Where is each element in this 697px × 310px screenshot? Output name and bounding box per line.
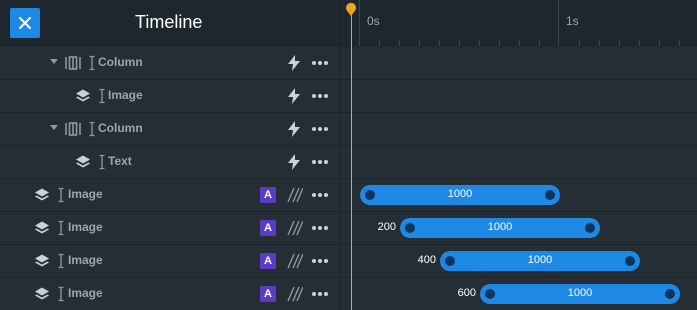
bar-end-handle[interactable] (545, 190, 555, 200)
animation-badge[interactable]: A (260, 220, 276, 236)
lightning-off-icon[interactable] (287, 253, 303, 269)
layers-icon (35, 188, 49, 201)
layer-label: Image (68, 253, 103, 267)
animation-badge[interactable]: A (260, 286, 276, 302)
layer-row[interactable]: Column (0, 112, 340, 144)
layer-label: Image (68, 220, 103, 234)
layers-icon (76, 89, 90, 102)
layer-row[interactable]: Text (0, 145, 340, 177)
playhead-handle-icon[interactable] (345, 2, 357, 16)
column-icon (65, 56, 81, 70)
lightning-off-icon[interactable] (287, 187, 303, 203)
layer-label: Image (68, 187, 103, 201)
duration-label: 1000 (487, 221, 513, 233)
timeline-lane[interactable]: 200 1000 (341, 211, 697, 243)
timeline-lane[interactable] (341, 79, 697, 111)
delay-label: 400 (417, 254, 436, 266)
ruler-major-tick (359, 0, 360, 46)
layers-icon (76, 155, 90, 168)
more-icon[interactable] (311, 253, 329, 269)
animation-bar[interactable]: 1000 (400, 218, 600, 238)
text-cursor-icon (99, 154, 105, 170)
more-icon[interactable] (311, 187, 329, 203)
layer-label: Text (108, 154, 132, 168)
timeline-lane[interactable] (341, 46, 697, 78)
text-cursor-icon (99, 88, 105, 104)
timeline-header: Timeline (0, 0, 340, 46)
layer-row[interactable]: Image A (0, 211, 340, 243)
layers-icon (35, 287, 49, 300)
more-icon[interactable] (311, 286, 329, 302)
time-ruler[interactable]: 0s 1s (341, 0, 697, 46)
text-cursor-icon (58, 253, 64, 269)
layer-label: Column (98, 55, 143, 69)
timeline-lane[interactable]: 1000 (341, 178, 697, 210)
timeline-title: Timeline (135, 12, 203, 32)
bar-end-handle[interactable] (585, 223, 595, 233)
layers-icon (35, 254, 49, 267)
more-icon[interactable] (311, 121, 329, 137)
text-cursor-icon (58, 286, 64, 302)
text-cursor-icon (89, 55, 95, 71)
more-icon[interactable] (311, 154, 329, 170)
timeline-lane[interactable] (341, 145, 697, 177)
collapse-caret-icon[interactable] (50, 59, 58, 64)
layer-row[interactable]: Column (0, 46, 340, 78)
layer-row[interactable]: Image (0, 79, 340, 111)
playhead-line[interactable] (351, 10, 352, 310)
layer-row[interactable]: Image A (0, 277, 340, 309)
bar-end-handle[interactable] (625, 256, 635, 266)
column-icon (65, 122, 81, 136)
layer-label: Image (108, 88, 143, 102)
lightning-icon[interactable] (287, 55, 301, 71)
layer-row[interactable]: Image A (0, 244, 340, 276)
lightning-off-icon[interactable] (287, 286, 303, 302)
layer-label: Image (68, 286, 103, 300)
timeline-lane[interactable]: 600 1000 (341, 277, 697, 309)
lightning-icon[interactable] (287, 88, 301, 104)
animation-bar[interactable]: 1000 (360, 185, 560, 205)
duration-label: 1000 (527, 254, 553, 266)
ruler-label-0s: 0s (367, 14, 380, 28)
text-cursor-icon (58, 187, 64, 203)
animation-bar[interactable]: 1000 (480, 284, 680, 304)
ruler-major-tick (558, 0, 559, 46)
animation-badge[interactable]: A (260, 187, 276, 203)
layer-label: Column (98, 121, 143, 135)
more-icon[interactable] (311, 55, 329, 71)
more-icon[interactable] (311, 220, 329, 236)
ruler-label-1s: 1s (566, 14, 579, 28)
close-icon (19, 17, 31, 29)
animation-badge[interactable]: A (260, 253, 276, 269)
timeline-lane[interactable]: 400 1000 (341, 244, 697, 276)
animation-bar[interactable]: 1000 (440, 251, 640, 271)
layer-row[interactable]: Image A (0, 178, 340, 210)
delay-label: 600 (457, 287, 476, 299)
text-cursor-icon (89, 121, 95, 137)
delay-label: 200 (377, 221, 396, 233)
timeline-lane[interactable] (341, 112, 697, 144)
lightning-off-icon[interactable] (287, 220, 303, 236)
more-icon[interactable] (311, 88, 329, 104)
close-button[interactable] (10, 8, 40, 38)
duration-label: 1000 (447, 188, 473, 200)
duration-label: 1000 (567, 287, 593, 299)
layers-icon (35, 221, 49, 234)
bar-end-handle[interactable] (665, 289, 675, 299)
timeline-panel: Timeline 0s 1s Column Image Column Text … (0, 0, 697, 310)
text-cursor-icon (58, 220, 64, 236)
collapse-caret-icon[interactable] (50, 125, 58, 130)
lightning-icon[interactable] (287, 154, 301, 170)
lightning-icon[interactable] (287, 121, 301, 137)
